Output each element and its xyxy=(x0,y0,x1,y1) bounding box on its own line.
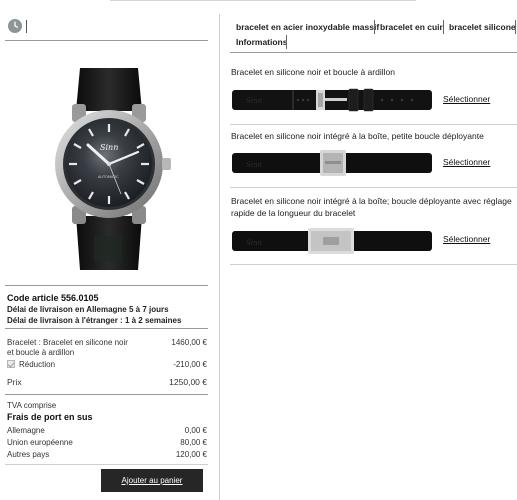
select-option-button[interactable]: Sélectionner xyxy=(443,234,490,244)
bracelet-price: 1460,00 € xyxy=(171,338,207,347)
watch-brand-text: Sinn xyxy=(100,143,118,152)
option-title: Bracelet en silicone noir intégré à la b… xyxy=(231,196,512,218)
strap-image: Sinn xyxy=(232,228,432,256)
column-divider xyxy=(219,14,220,500)
product-info: Code article 556.0105 Délai de livraison… xyxy=(7,293,207,326)
divider xyxy=(230,187,517,188)
add-to-cart-button[interactable]: Ajouter au panier xyxy=(101,469,203,492)
strap-brand-text: Sinn xyxy=(246,239,263,247)
shipping-value: 120,00 € xyxy=(175,450,207,459)
delivery-abroad: Délai de livraison à l'étranger : 1 à 2 … xyxy=(7,316,182,325)
bracelet-label: Bracelet : Bracelet en silicone noir xyxy=(7,338,128,347)
option-title: Bracelet en silicone noir et boucle à ar… xyxy=(231,67,395,77)
strap-brand-text: Sinn xyxy=(246,97,263,105)
divider xyxy=(230,52,517,53)
price-label: Prix xyxy=(7,377,22,387)
strap-image: Sinn xyxy=(232,150,432,178)
strap-brand-text: Sinn xyxy=(246,161,263,169)
shipping-title: Frais de port en sus xyxy=(7,412,93,422)
tab-divider xyxy=(374,20,375,34)
divider xyxy=(5,464,208,465)
top-rule xyxy=(0,0,517,3)
shipping-value: 0,00 € xyxy=(184,426,207,435)
divider xyxy=(230,264,517,265)
divider xyxy=(5,394,208,395)
strap-image: Sinn xyxy=(232,88,432,114)
watch-image: Sinn AUTOMATIC xyxy=(50,66,175,273)
icon-divider xyxy=(26,19,27,33)
shipping-value: 80,00 € xyxy=(180,438,207,447)
tab-steel-bracelet[interactable]: bracelet en acier inoxydable massif xyxy=(236,22,379,32)
bracelet-label-2: et boucle à ardillon xyxy=(7,348,75,357)
shipping-label: Autres pays xyxy=(7,450,50,459)
watch-dial-text: AUTOMATIC xyxy=(98,175,119,179)
price-value: 1250,00 € xyxy=(169,377,207,387)
vat-note: TVA comprise xyxy=(7,401,57,410)
reduction-label: Réduction xyxy=(19,360,56,369)
tab-silicone-bracelet[interactable]: bracelet silicone xyxy=(449,22,516,32)
divider xyxy=(5,285,208,286)
tab-divider xyxy=(515,20,516,34)
divider xyxy=(5,328,208,329)
icon-row xyxy=(8,18,27,34)
select-option-button[interactable]: Sélectionner xyxy=(443,157,490,167)
reduction-checkbox[interactable] xyxy=(7,359,15,368)
reduction-value: -210,00 € xyxy=(173,360,207,369)
select-option-button[interactable]: Sélectionner xyxy=(443,94,490,104)
clock-icon[interactable] xyxy=(8,19,22,33)
shipping-label: Union européenne xyxy=(7,438,73,447)
tab-leather-bracelet[interactable]: bracelet en cuir xyxy=(380,22,443,32)
tab-divider xyxy=(286,35,287,49)
delivery-germany: Délai de livraison en Allemagne 5 à 7 jo… xyxy=(7,305,169,314)
divider xyxy=(230,124,517,125)
divider xyxy=(5,40,208,41)
product-panel: Sinn AUTOMATIC Code article 556.0105 Dél… xyxy=(5,14,208,500)
option-title: Bracelet en silicone noir intégré à la b… xyxy=(231,131,484,141)
tab-divider xyxy=(443,20,444,34)
article-code: Code article 556.0105 xyxy=(7,293,99,303)
shipping-label: Allemagne xyxy=(7,426,45,435)
tab-informations[interactable]: Informations xyxy=(236,37,287,47)
